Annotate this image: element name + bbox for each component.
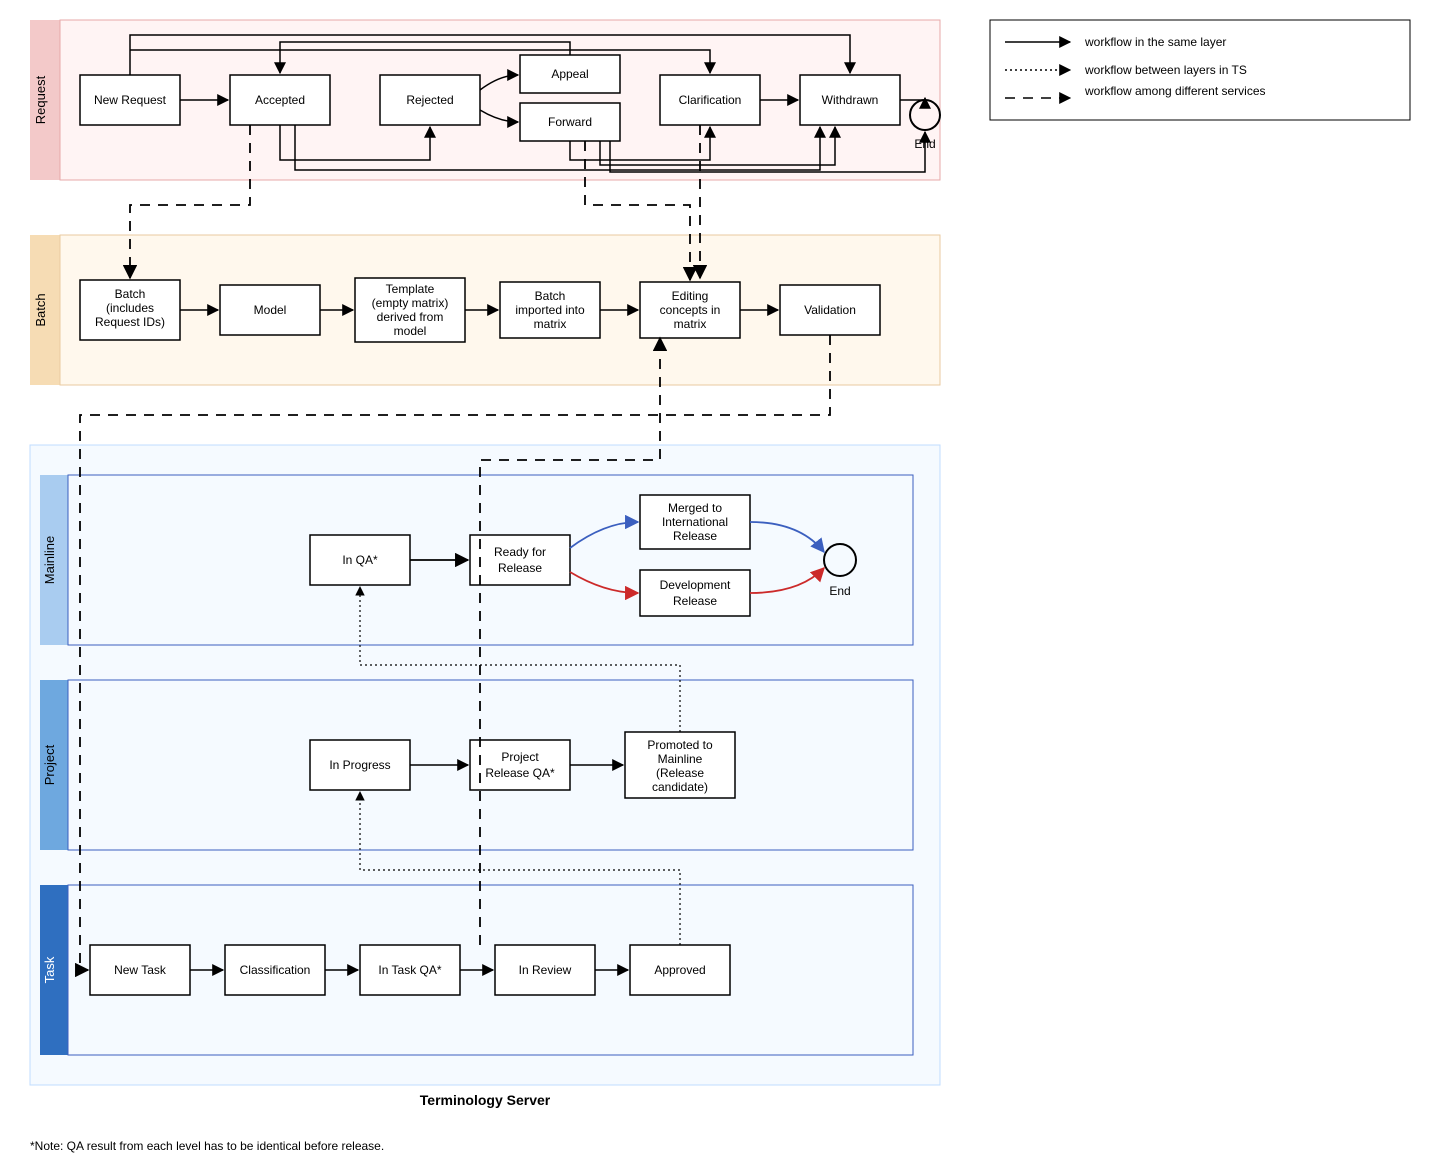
node-model: Model [220, 285, 320, 335]
svg-text:Release: Release [673, 594, 717, 608]
svg-text:matrix: matrix [534, 317, 567, 331]
node-inprogress: In Progress [310, 740, 410, 790]
svg-text:Development: Development [660, 578, 731, 592]
lane-batch-label: Batch [33, 293, 48, 326]
svg-text:concepts in: concepts in [660, 303, 721, 317]
svg-text:(includes: (includes [106, 301, 154, 315]
svg-text:International: International [662, 515, 728, 529]
node-ready-for-release: Ready for Release [470, 535, 570, 585]
svg-text:In Task QA*: In Task QA* [378, 963, 441, 977]
svg-text:Mainline: Mainline [658, 752, 703, 766]
terminology-server-label: Terminology Server [420, 1092, 551, 1108]
svg-text:Merged to: Merged to [668, 501, 722, 515]
svg-text:Classification: Classification [240, 963, 311, 977]
svg-text:In Review: In Review [519, 963, 572, 977]
svg-text:(empty matrix): (empty matrix) [372, 296, 449, 310]
node-editing: Editing concepts in matrix [640, 282, 740, 338]
svg-text:Forward: Forward [548, 115, 592, 129]
lane-request-label: Request [33, 75, 48, 124]
node-promoted: Promoted to Mainline (Release candidate) [625, 732, 735, 798]
svg-text:Template: Template [386, 282, 435, 296]
node-withdrawn: Withdrawn [800, 75, 900, 125]
node-batch: Batch (includes Request IDs) [80, 280, 180, 340]
svg-text:End: End [829, 584, 850, 598]
svg-text:matrix: matrix [674, 317, 707, 331]
node-project-qa: Project Release QA* [470, 740, 570, 790]
legend-between: workflow between layers in TS [1084, 63, 1247, 77]
svg-text:Approved: Approved [654, 963, 705, 977]
svg-text:Batch: Batch [535, 289, 566, 303]
svg-text:model: model [394, 324, 427, 338]
node-appeal: Appeal [520, 55, 620, 93]
svg-text:In QA*: In QA* [342, 553, 378, 567]
svg-text:Withdrawn: Withdrawn [822, 93, 879, 107]
svg-text:Editing: Editing [672, 289, 709, 303]
node-intaskqa: In Task QA* [360, 945, 460, 995]
svg-text:Batch: Batch [115, 287, 146, 301]
svg-text:Request IDs): Request IDs) [95, 315, 165, 329]
svg-text:Model: Model [254, 303, 287, 317]
svg-text:New Request: New Request [94, 93, 167, 107]
svg-text:Ready for: Ready for [494, 545, 546, 559]
lane-task-label: Task [42, 956, 57, 983]
node-rejected: Rejected [380, 75, 480, 125]
svg-text:Accepted: Accepted [255, 93, 305, 107]
svg-text:Release: Release [673, 529, 717, 543]
legend-across-l1: workflow among different services [1084, 84, 1266, 98]
node-new-request: New Request [80, 75, 180, 125]
node-inreview: In Review [495, 945, 595, 995]
svg-text:Appeal: Appeal [551, 67, 588, 81]
node-new-task: New Task [90, 945, 190, 995]
node-accepted: Accepted [230, 75, 330, 125]
svg-text:Clarification: Clarification [679, 93, 742, 107]
svg-text:Release: Release [498, 561, 542, 575]
svg-text:In Progress: In Progress [329, 758, 390, 772]
node-template: Template (empty matrix) derived from mod… [355, 278, 465, 342]
node-clarification: Clarification [660, 75, 760, 125]
node-forward: Forward [520, 103, 620, 141]
node-approved: Approved [630, 945, 730, 995]
node-dev-release: Development Release [640, 570, 750, 616]
legend-same: workflow in the same layer [1084, 35, 1226, 49]
svg-text:New Task: New Task [114, 963, 167, 977]
node-validation: Validation [780, 285, 880, 335]
svg-text:Validation: Validation [804, 303, 856, 317]
footnote: *Note: QA result from each level has to … [30, 1139, 384, 1153]
legend: workflow in the same layer workflow betw… [990, 20, 1410, 120]
node-batch-imported: Batch imported into matrix [500, 282, 600, 338]
svg-text:Project: Project [501, 750, 539, 764]
node-inqa: In QA* [310, 535, 410, 585]
svg-text:derived from: derived from [377, 310, 444, 324]
node-classification: Classification [225, 945, 325, 995]
svg-text:Promoted to: Promoted to [647, 738, 713, 752]
lane-mainline-label: Mainline [42, 536, 57, 584]
svg-text:Release QA*: Release QA* [485, 766, 555, 780]
svg-text:imported into: imported into [515, 303, 585, 317]
svg-text:(Release: (Release [656, 766, 704, 780]
svg-text:candidate): candidate) [652, 780, 708, 794]
lane-project-label: Project [42, 744, 57, 785]
svg-text:Rejected: Rejected [406, 93, 453, 107]
node-merged-intl: Merged to International Release [640, 495, 750, 549]
